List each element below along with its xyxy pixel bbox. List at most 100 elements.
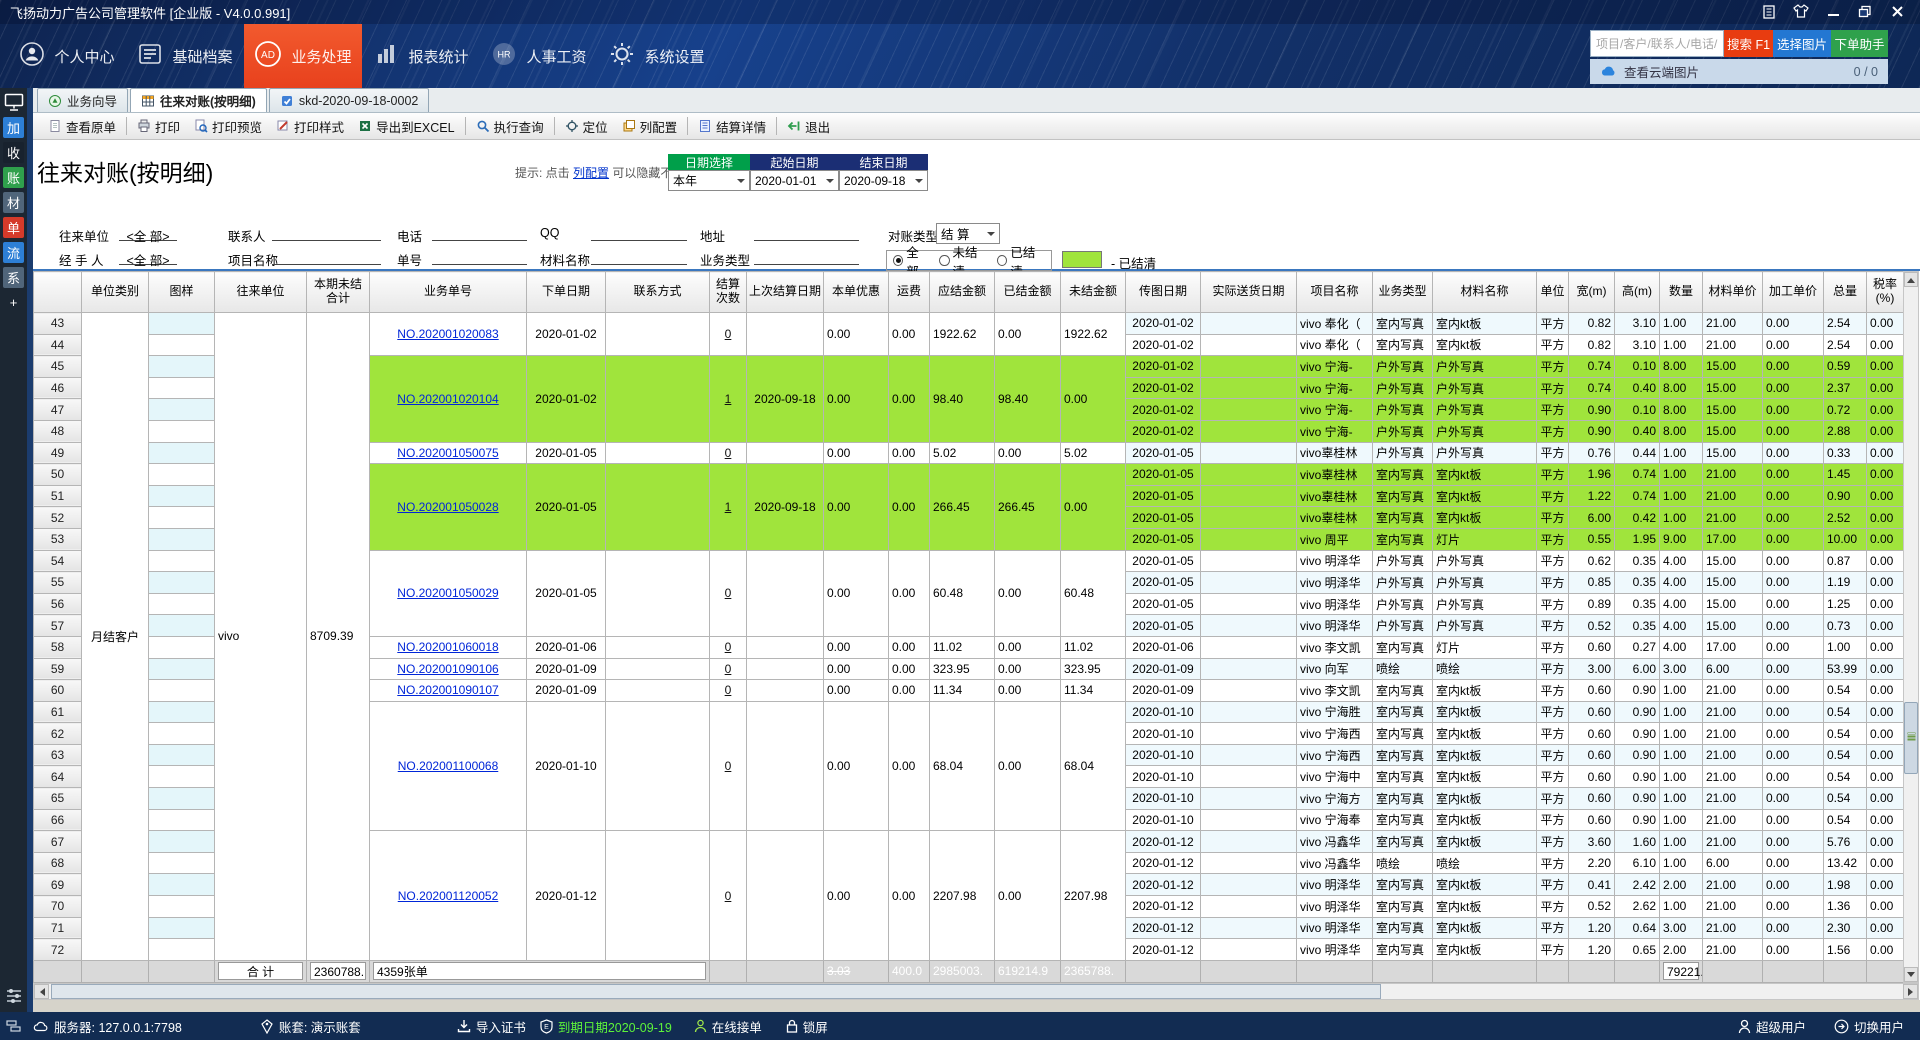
cell-image[interactable] (149, 485, 215, 507)
column-header-税率(%)[interactable]: 税率(%) (1867, 272, 1904, 313)
order-no-link[interactable]: NO.202001050075 (397, 446, 498, 460)
start-date-select[interactable]: 2020-01-01 (750, 170, 839, 191)
sidebar-item-材[interactable]: 材 (3, 192, 24, 213)
row-number[interactable]: 63 (34, 744, 82, 766)
row-number[interactable]: 59 (34, 658, 82, 680)
filter-input-往来单位[interactable]: <全 部> (119, 226, 177, 241)
filter-value-经 手 人[interactable]: <全 部> (119, 250, 177, 265)
column-header-未结金额[interactable]: 未结金额 (1061, 272, 1126, 313)
cell-image[interactable] (149, 723, 215, 745)
toolbar-button-打印[interactable]: 打印 (130, 115, 187, 137)
toolbar-button-执行查询[interactable]: 执行查询 (469, 115, 551, 137)
settle-count-link[interactable]: 1 (725, 392, 732, 406)
column-header-加工单价[interactable]: 加工单价 (1763, 272, 1824, 313)
skin-icon[interactable] (1792, 3, 1810, 19)
order-no-link[interactable]: NO.202001120052 (398, 889, 499, 903)
row-number[interactable]: 44 (34, 334, 82, 356)
cell-image[interactable] (149, 615, 215, 637)
sidebar-item-系[interactable]: 系 (3, 267, 24, 288)
cell-image[interactable] (149, 744, 215, 766)
search-button[interactable]: 搜索 F1 (1724, 30, 1773, 57)
search-input[interactable] (1590, 30, 1724, 57)
scroll-right-arrow[interactable] (1903, 984, 1918, 999)
filter-input-地址[interactable] (754, 226, 859, 241)
column-header-单位类别[interactable]: 单位类别 (82, 272, 149, 313)
nav-item-基础档案[interactable]: 基础档案 (126, 24, 244, 88)
sidebar-item-+[interactable]: + (3, 292, 24, 313)
row-number[interactable]: 68 (34, 852, 82, 874)
column-header-数量[interactable]: 数量 (1660, 272, 1703, 313)
nav-item-系统设置[interactable]: 系统设置 (598, 24, 716, 88)
row-number[interactable]: 64 (34, 766, 82, 788)
row-number[interactable]: 50 (34, 464, 82, 486)
end-date-select[interactable]: 2020-09-18 (839, 170, 928, 191)
filter-value-材料名称[interactable] (591, 250, 687, 265)
filter-value-联系人[interactable] (272, 226, 381, 241)
nav-item-报表统计[interactable]: 报表统计 (362, 24, 480, 88)
close-button[interactable] (1888, 3, 1906, 19)
row-number[interactable]: 71 (34, 917, 82, 939)
toolbar-button-查看原单[interactable]: 查看原单 (41, 115, 123, 137)
date-range-select[interactable]: 本年 (668, 170, 750, 191)
order-no-link[interactable]: NO.202001100068 (398, 759, 499, 773)
filter-input-材料名称[interactable] (591, 250, 687, 265)
row-number[interactable]: 67 (34, 831, 82, 853)
settle-count-link[interactable]: 0 (725, 662, 732, 676)
monitor-icon[interactable] (3, 92, 24, 113)
super-user[interactable]: 超级用户 (1738, 1017, 1806, 1036)
toolbar-button-打印样式[interactable]: 打印样式 (269, 115, 351, 137)
minimize-button[interactable] (1824, 3, 1842, 19)
column-header-材料名称[interactable]: 材料名称 (1433, 272, 1537, 313)
cell-image[interactable] (149, 809, 215, 831)
cell-image[interactable] (149, 917, 215, 939)
filter-value-项目名称[interactable] (272, 250, 381, 265)
column-header-材料单价[interactable]: 材料单价 (1703, 272, 1763, 313)
settle-count-link[interactable]: 0 (725, 446, 732, 460)
table-row-43[interactable]: 43月结客户vivo8709.39NO.2020010200832020-01-… (34, 313, 1904, 335)
switch-user[interactable]: 切换用户 (1834, 1017, 1904, 1036)
filter-input-经 手 人[interactable]: <全 部> (119, 250, 177, 265)
filter-value-电话[interactable] (432, 226, 527, 241)
cell-image[interactable] (149, 464, 215, 486)
row-number[interactable]: 43 (34, 313, 82, 335)
row-number[interactable]: 62 (34, 723, 82, 745)
filter-value-业务类型[interactable] (754, 250, 859, 265)
nav-item-业务处理[interactable]: AD业务处理 (244, 24, 362, 88)
sidebar-item-收[interactable]: 收 (3, 142, 24, 163)
column-header-结算次数[interactable]: 结算次数 (710, 272, 747, 313)
filter-value-地址[interactable] (754, 226, 859, 241)
cell-image[interactable] (149, 334, 215, 356)
column-header-往来单位[interactable]: 往来单位 (215, 272, 307, 313)
clipboard-icon[interactable] (1760, 3, 1778, 19)
vertical-scrollbar[interactable] (1903, 271, 1919, 983)
cell-image[interactable] (149, 442, 215, 464)
column-header-传图日期[interactable]: 传图日期 (1126, 272, 1201, 313)
cell-image[interactable] (149, 528, 215, 550)
pick-image-button[interactable]: 选择图片 (1773, 30, 1831, 57)
toolbar-button-导出到EXCEL[interactable]: 导出到EXCEL (351, 115, 462, 137)
filter-input-QQ[interactable] (591, 226, 687, 241)
column-header-业务类型[interactable]: 业务类型 (1373, 272, 1433, 313)
cell-image[interactable] (149, 896, 215, 918)
toolbar-button-定位[interactable]: 定位 (558, 115, 615, 137)
cell-image[interactable] (149, 874, 215, 896)
flow-icon[interactable] (6, 1019, 21, 1033)
cell-image[interactable] (149, 680, 215, 702)
filter-input-单号[interactable] (432, 250, 527, 265)
row-number[interactable]: 45 (34, 356, 82, 378)
row-number[interactable]: 58 (34, 636, 82, 658)
filter-input-电话[interactable] (432, 226, 527, 241)
column-header-本期未结合计[interactable]: 本期未结合计 (307, 272, 370, 313)
cell-image[interactable] (149, 788, 215, 810)
nav-item-人事工资[interactable]: HR人事工资 (480, 24, 598, 88)
order-no-link[interactable]: NO.202001020104 (397, 392, 498, 406)
column-header-rownum[interactable] (34, 272, 82, 313)
scroll-left-arrow[interactable] (34, 984, 49, 999)
cell-image[interactable] (149, 572, 215, 594)
order-no-link[interactable]: NO.202001050028 (397, 500, 498, 514)
row-number[interactable]: 52 (34, 507, 82, 529)
toolbar-button-打印预览[interactable]: 打印预览 (187, 115, 269, 137)
column-header-下单日期[interactable]: 下单日期 (527, 272, 606, 313)
order-no-link[interactable]: NO.202001060018 (397, 640, 498, 654)
row-number[interactable]: 48 (34, 420, 82, 442)
